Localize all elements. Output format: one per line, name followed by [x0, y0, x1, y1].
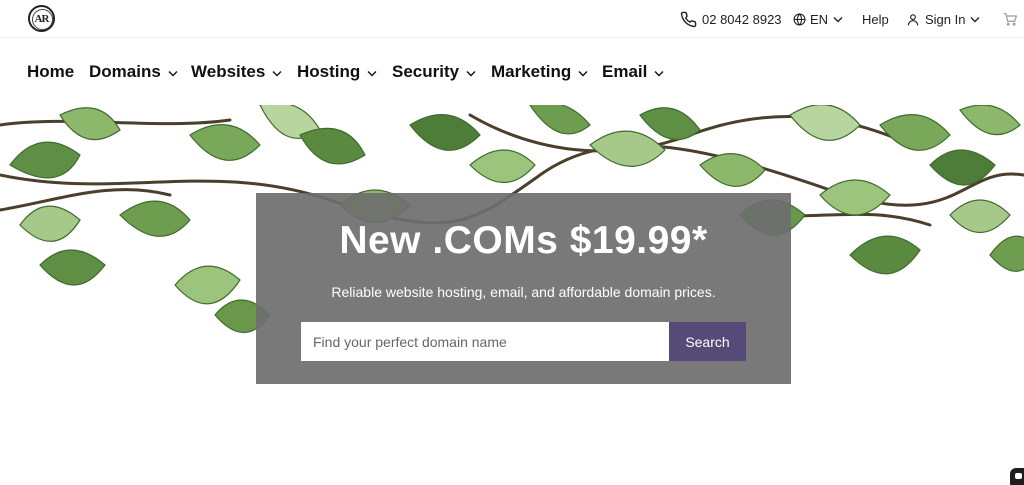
phone-icon — [680, 11, 697, 28]
hero-panel: New .COMs $19.99* Reliable website hosti… — [256, 193, 791, 384]
nav-item-home[interactable]: Home — [27, 38, 74, 105]
search-button[interactable]: Search — [669, 322, 746, 361]
top-bar: AR 02 8042 8923 EN Help Sign In — [0, 0, 1024, 38]
sign-in-label: Sign In — [925, 11, 966, 27]
nav-item-label: Marketing — [491, 61, 572, 81]
chevron-down-icon — [367, 62, 377, 82]
nav-item-label: Hosting — [297, 61, 361, 81]
chevron-down-icon — [578, 62, 588, 82]
main-nav: Home Domains Websites Hosting Security M… — [0, 38, 1024, 105]
nav-item-domains[interactable]: Domains — [89, 38, 178, 105]
domain-search-input[interactable] — [301, 322, 669, 361]
hero-subtitle: Reliable website hosting, email, and aff… — [331, 284, 716, 300]
hero-title: New .COMs $19.99* — [339, 219, 708, 262]
nav-item-label: Security — [392, 61, 460, 81]
nav-item-label: Email — [602, 61, 648, 81]
chevron-down-icon — [466, 62, 476, 82]
logo-icon[interactable]: AR — [28, 5, 55, 32]
language-selector[interactable]: EN — [793, 0, 843, 38]
nav-item-label: Home — [27, 61, 75, 81]
chevron-down-icon — [833, 16, 843, 23]
phone-number: 02 8042 8923 — [702, 11, 782, 27]
help-link[interactable]: Help — [862, 0, 889, 38]
sign-in-button[interactable]: Sign In — [906, 0, 980, 38]
language-label: EN — [810, 11, 829, 27]
cart-button[interactable] — [1003, 0, 1017, 38]
chevron-down-icon — [168, 62, 178, 82]
chevron-down-icon — [272, 62, 282, 82]
phone-link[interactable]: 02 8042 8923 — [680, 0, 782, 38]
nav-item-marketing[interactable]: Marketing — [491, 38, 588, 105]
logo-text: AR — [34, 12, 50, 25]
nav-item-security[interactable]: Security — [392, 38, 476, 105]
chevron-down-icon — [654, 62, 664, 82]
user-icon — [906, 12, 920, 27]
chat-icon[interactable] — [1010, 468, 1024, 485]
nav-item-email[interactable]: Email — [602, 38, 664, 105]
nav-item-label: Websites — [191, 61, 266, 81]
nav-item-websites[interactable]: Websites — [191, 38, 282, 105]
globe-icon — [793, 12, 806, 26]
hero-banner: New .COMs $19.99* Reliable website hosti… — [0, 105, 1024, 485]
chevron-down-icon — [970, 16, 980, 23]
cart-icon — [1003, 12, 1017, 26]
nav-item-hosting[interactable]: Hosting — [297, 38, 377, 105]
help-label: Help — [862, 11, 889, 27]
nav-item-label: Domains — [89, 61, 161, 81]
